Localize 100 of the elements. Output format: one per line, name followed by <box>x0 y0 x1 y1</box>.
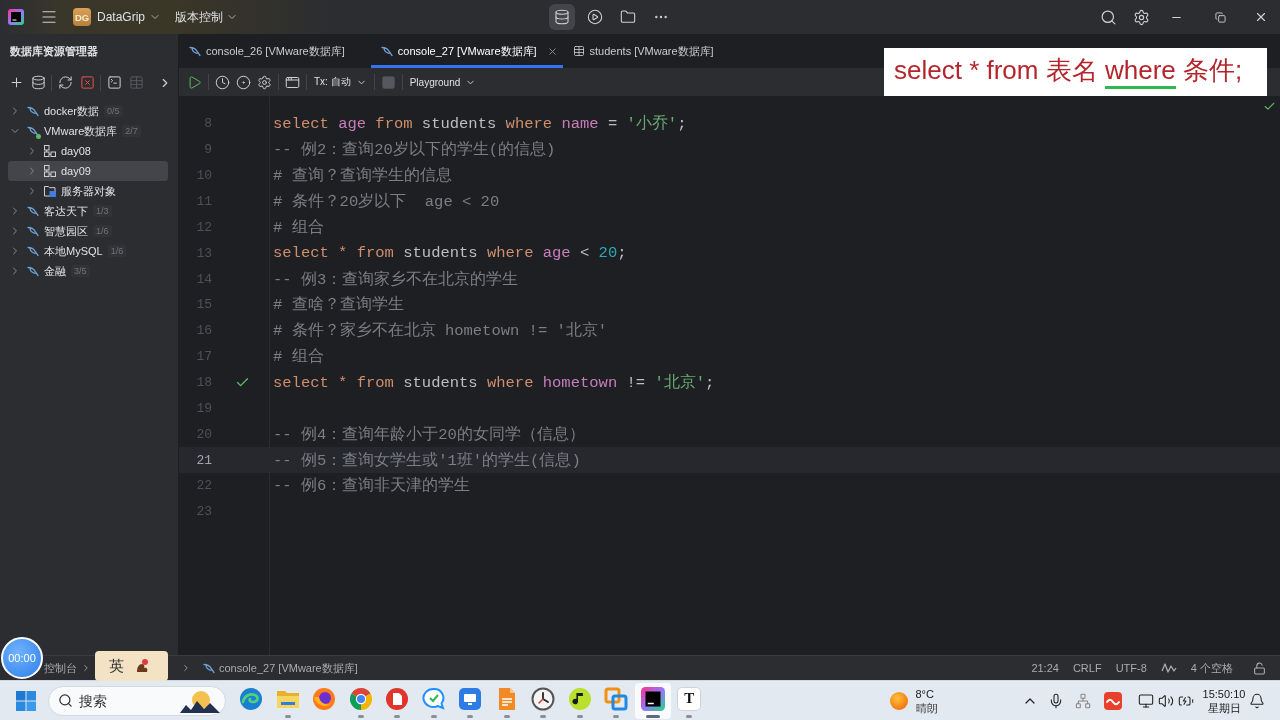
music-note-icon <box>567 686 592 711</box>
code-line: select age from students where name = '小乔'; <box>272 114 687 135</box>
speaker-icon[interactable] <box>1158 692 1174 709</box>
linked-boxes-icon <box>44 145 56 157</box>
tree-item[interactable]: day08 <box>8 141 168 161</box>
close-icon[interactable] <box>1254 10 1268 24</box>
feather-icon <box>189 45 201 57</box>
tree-item[interactable]: docker数据 0/5 <box>8 101 168 121</box>
add-icon[interactable] <box>8 75 24 90</box>
circle-dot-icon[interactable] <box>236 74 251 90</box>
code-line: # 查啥？查询学生 <box>272 294 404 316</box>
indent-setting[interactable]: 4 个空格 <box>1190 660 1233 676</box>
code-line: # 组合 <box>272 217 324 238</box>
search-icon[interactable] <box>1099 8 1117 26</box>
tree-item[interactable]: 服务器对象 <box>8 181 168 201</box>
item-count: 0/5 <box>104 105 123 117</box>
tree-item[interactable]: 本地MySQL 1/6 <box>8 241 168 261</box>
monitor-icon[interactable] <box>1138 692 1154 709</box>
squiggle-icon[interactable] <box>1160 662 1177 674</box>
code-line: # 条件？20岁以下 age < 20 <box>272 192 500 212</box>
swirl-icon <box>239 686 264 711</box>
terminal-icon[interactable] <box>106 75 122 90</box>
restore-icon[interactable] <box>1214 11 1226 23</box>
linked-boxes-icon <box>44 165 56 177</box>
folder-icon <box>44 185 56 197</box>
app-logo-icon[interactable] <box>8 9 24 25</box>
editor-tab[interactable]: console_26 [VMware数据库] <box>179 34 371 68</box>
tree-item[interactable]: VMware数据库 2/7 <box>8 121 168 141</box>
toolbar-dropdown[interactable]: Playground <box>405 71 481 93</box>
window-icon[interactable] <box>285 74 300 90</box>
microphone-icon[interactable] <box>1048 692 1064 709</box>
search-field[interactable]: 搜索 <box>48 685 226 716</box>
database-icon[interactable] <box>30 75 46 90</box>
feather-icon <box>27 205 39 217</box>
tree-item[interactable]: 智慧园区 1/6 <box>8 221 168 241</box>
code-line: select * from students where age < 20; <box>272 244 627 263</box>
project-badge: DG <box>73 8 91 26</box>
network-icon[interactable] <box>1075 692 1091 709</box>
editor-tab[interactable]: console_27 [VMware数据库] <box>370 34 563 68</box>
toolbar-dropdown[interactable]: Tx: 自动 <box>310 71 371 93</box>
code-line: -- 例3：查询家乡不在北京的学生 <box>272 269 519 290</box>
settings-icon[interactable] <box>1132 8 1150 26</box>
search-icon <box>58 692 73 708</box>
play-icon[interactable] <box>187 74 202 90</box>
padlock-icon[interactable] <box>1253 661 1266 675</box>
line-ending[interactable]: CRLF <box>1072 662 1102 674</box>
item-count: 3/5 <box>71 265 90 277</box>
bell-icon[interactable] <box>1249 692 1265 709</box>
code-line: # 查询？查询学生的信息 <box>272 165 452 187</box>
feather-icon <box>203 662 215 674</box>
close-icon[interactable] <box>546 45 558 57</box>
landscape-illustration <box>180 688 220 713</box>
chat-bubble-icon <box>421 686 446 711</box>
wave-tile-icon[interactable] <box>1104 691 1122 710</box>
item-count: 1/3 <box>93 205 112 217</box>
tree-item[interactable]: 客达天下 1/3 <box>8 201 168 221</box>
temperature: 8°C <box>915 686 935 701</box>
feather-icon <box>27 245 39 257</box>
clock-icon[interactable] <box>215 74 230 90</box>
start-icon[interactable] <box>16 690 36 711</box>
cursor-position[interactable]: 21:24 <box>1031 662 1059 674</box>
breadcrumb[interactable]: console_27 [VMware数据库] <box>203 660 358 676</box>
square-x-icon[interactable] <box>79 75 95 90</box>
panel-title: 数据库资源管理器 <box>10 43 98 59</box>
item-count: 2/7 <box>122 125 141 137</box>
editor-tab[interactable]: students [VMware数据库] <box>562 34 740 68</box>
line-number: 21 <box>195 452 212 468</box>
tool-button[interactable] <box>549 4 575 30</box>
document-icon <box>385 686 410 711</box>
check-icon[interactable] <box>1263 100 1276 113</box>
feather-icon <box>27 125 39 137</box>
refresh-icon[interactable] <box>57 75 73 90</box>
breadcrumb[interactable]: 控制台 <box>44 660 77 676</box>
code-line: -- 例6：查询非天津的学生 <box>272 475 471 497</box>
feather-icon <box>27 265 39 277</box>
chevron-right-icon <box>81 663 91 673</box>
clock-day[interactable]: 星期日 <box>1207 700 1241 715</box>
play-circle-icon <box>587 9 603 25</box>
table-icon <box>572 45 585 57</box>
project-widget[interactable]: DG DataGrip <box>73 8 162 26</box>
chevron-right-icon <box>181 663 191 673</box>
item-count: 1/6 <box>107 245 127 257</box>
settings-icon[interactable] <box>257 74 272 90</box>
overlapping-squares-icon <box>604 686 629 711</box>
tree-item[interactable]: 金融 3/5 <box>8 261 168 281</box>
feather-icon <box>380 45 393 57</box>
ime-mode[interactable]: 英 <box>109 656 124 676</box>
feather-icon <box>27 225 39 237</box>
file-encoding[interactable]: UTF-8 <box>1115 662 1147 674</box>
code-line: select * from students where hometown != '北京'; <box>272 372 715 393</box>
vcs-menu[interactable]: 版本控制 <box>175 9 239 25</box>
taskbar-button[interactable]: T <box>671 682 708 719</box>
app-logo-icon <box>640 686 665 711</box>
taskbar-button[interactable] <box>634 682 671 719</box>
weather-condition: 晴朗 <box>915 700 938 715</box>
database-icon <box>554 9 570 25</box>
clock-time[interactable]: 15:50:10 <box>1202 686 1246 701</box>
tree-item[interactable]: day09 <box>8 161 168 181</box>
menu-icon[interactable] <box>40 8 58 26</box>
code-line: -- 例4：查询年龄小于20的女同学（信息） <box>272 424 585 445</box>
